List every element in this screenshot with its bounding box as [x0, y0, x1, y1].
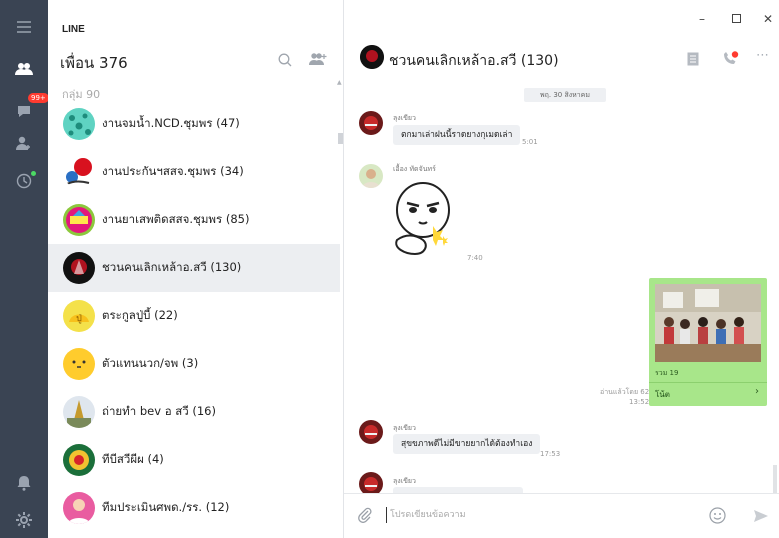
sender-name: ลุงเขียว — [393, 114, 416, 122]
date-separator: พฤ. 30 สิงหาคม — [524, 88, 606, 102]
group-avatar — [63, 108, 95, 140]
sender-name: ลุงเขียว — [393, 477, 416, 485]
close-icon[interactable]: ✕ — [763, 12, 773, 26]
app-title: LINE — [62, 24, 85, 35]
group-row[interactable]: งานยาเสพติดสสจ.ชุมพร (85) — [48, 196, 340, 244]
add-friend-button-icon[interactable] — [309, 51, 327, 70]
svg-text:ปู่: ปู่ — [76, 314, 82, 324]
group-avatar — [63, 252, 95, 284]
chat-avatar — [360, 45, 384, 69]
card-divider — [649, 382, 767, 383]
group-name: ทีบีสวีผีผ (4) — [102, 452, 164, 466]
chevron-right-icon[interactable]: › — [755, 386, 759, 397]
sender-avatar — [359, 164, 383, 188]
group-row[interactable]: ทีมประเมินศพด./รร. (12) — [48, 484, 340, 532]
group-name: ชวนคนเลิกเหล้าอ.สวี (130) — [102, 260, 242, 274]
timeline-icon[interactable] — [0, 166, 48, 196]
read-status: อ่านแล้วโดย 62 — [600, 388, 650, 396]
message-list: พฤ. 30 สิงหาคม ลุงเขียว ตกมาเล่าฝนนี้ราด… — [344, 80, 779, 493]
sender-avatar — [359, 472, 383, 493]
chats-icon[interactable]: 99+ — [0, 93, 49, 126]
group-row[interactable]: ถ่ายทำ bev อ สวี (16) — [48, 388, 340, 436]
add-friend-icon[interactable] — [0, 128, 48, 158]
group-name: งานจมน้ำ.NCD.ชุมพร (47) — [102, 116, 240, 130]
group-avatar — [63, 156, 95, 188]
friends-icon[interactable] — [0, 54, 48, 84]
call-icon[interactable] — [721, 51, 739, 71]
group-row-selected[interactable]: ชวนคนเลิกเหล้าอ.สวี (130) — [48, 244, 340, 292]
sender-name: ลุงเขียว — [393, 424, 416, 432]
sender-avatar — [359, 111, 383, 135]
group-avatar — [63, 348, 95, 380]
chat-title: ชวนคนเลิกเหล้าอ.สวี (130) — [389, 53, 559, 69]
message-time: 17:53 — [540, 450, 561, 458]
group-name: งานยาเสพติดสสจ.ชุมพร (85) — [102, 212, 250, 226]
friends-panel: LINE เพื่อน 376 กลุ่ม 90 ▲ งานจมน้ำ.NCD.… — [48, 0, 344, 538]
attach-paperclip-icon[interactable] — [358, 507, 372, 527]
send-icon[interactable] — [753, 508, 769, 527]
group-avatar: ปู่ — [63, 300, 95, 332]
emoji-icon[interactable] — [709, 507, 726, 528]
chat-scrollbar-thumb[interactable] — [773, 465, 777, 493]
read-time: 13:52 — [629, 398, 650, 406]
group-row[interactable]: ปู่ ตระกูลปู่บี้ (22) — [48, 292, 340, 340]
album-note-link[interactable]: โน้ต — [655, 388, 670, 401]
photo-count: รวม 19 — [655, 369, 679, 377]
group-row[interactable]: งานจมน้ำ.NCD.ชุมพร (47) — [48, 100, 340, 148]
album-photo[interactable] — [655, 284, 761, 362]
chat-window: – ✕ ชวนคนเลิกเหล้าอ.สวี (130) ⋯ พฤ. 30 ส… — [344, 0, 779, 538]
group-row[interactable]: ตัวแทนนวก/จพ (3) — [48, 340, 340, 388]
group-name: ทีมประเมินศพด./รร. (12) — [102, 500, 230, 514]
group-avatar — [63, 444, 95, 476]
line-app: 99+ LINE เพื่อน 376 กลุ่ม 90 ▲ งานจมน้ำ.… — [0, 0, 779, 538]
unread-badge: 99+ — [28, 93, 49, 103]
group-row[interactable]: ทีบีสวีผีผ (4) — [48, 436, 340, 484]
more-options-icon[interactable]: ⋯ — [756, 48, 769, 63]
message-bubble[interactable]: ตกมาเล่าฝนนี้ราดยางกุเมดเล่า — [393, 125, 521, 145]
message-composer — [344, 493, 779, 538]
message-input[interactable] — [386, 507, 686, 523]
message-time: 5:01 — [522, 138, 538, 146]
message-time: 7:40 — [467, 254, 483, 262]
scroll-up-arrow-icon[interactable]: ▲ — [337, 79, 342, 86]
group-avatar — [63, 492, 95, 524]
menu-icon[interactable] — [0, 12, 48, 42]
notes-icon[interactable] — [687, 51, 699, 70]
group-avatar — [63, 204, 95, 236]
message-bubble[interactable]: สุขขภาพดีไม่มีขายยากได้ต้องทำเอง — [393, 434, 541, 454]
group-name: ตระกูลปู่บี้ (22) — [102, 308, 178, 322]
group-name: ถ่ายทำ bev อ สวี (16) — [102, 404, 216, 418]
sender-name: เอื้อง ทัดจันทร์ — [393, 165, 436, 173]
maximize-icon[interactable] — [732, 12, 741, 26]
search-icon[interactable] — [278, 52, 292, 71]
status-dot — [31, 171, 36, 176]
sender-avatar — [359, 420, 383, 444]
sticker-image[interactable] — [389, 176, 457, 260]
group-row[interactable]: งานประกันฯสสจ.ชุมพร (34) — [48, 148, 340, 196]
minimize-icon[interactable]: – — [699, 12, 705, 26]
friends-count-title: เพื่อน 376 — [60, 54, 128, 72]
group-avatar — [63, 396, 95, 428]
settings-gear-icon[interactable] — [0, 505, 48, 535]
read-receipt: อ่านแล้วโดย 62 13:52 — [600, 387, 649, 406]
group-list: งานจมน้ำ.NCD.ชุมพร (47) งานประกันฯสสจ.ชุ… — [48, 100, 340, 538]
group-name: ตัวแทนนวก/จพ (3) — [102, 356, 199, 370]
notification-bell-icon[interactable] — [0, 468, 48, 498]
nav-rail: 99+ — [0, 0, 49, 538]
photo-album-card[interactable]: รวม 19 โน้ต › — [649, 278, 767, 406]
group-name: งานประกันฯสสจ.ชุมพร (34) — [102, 164, 244, 178]
